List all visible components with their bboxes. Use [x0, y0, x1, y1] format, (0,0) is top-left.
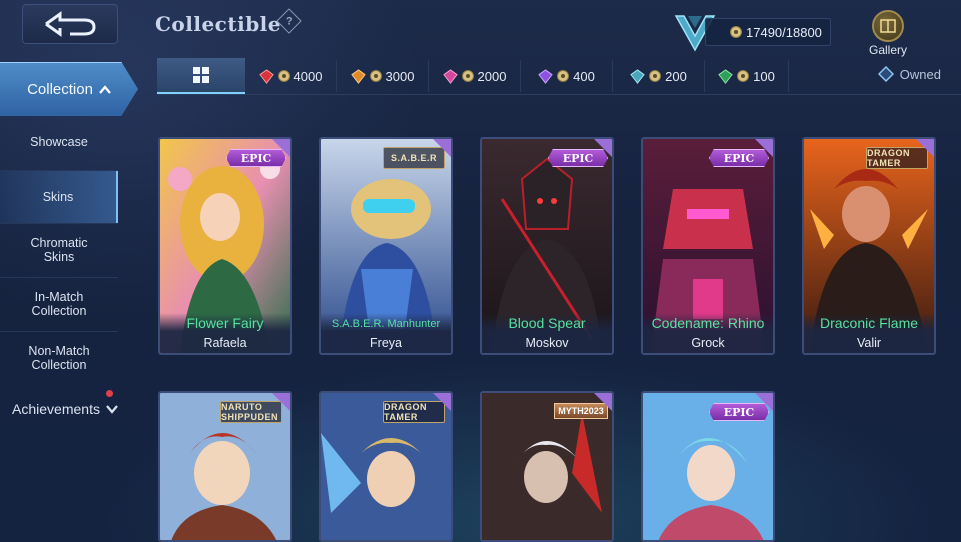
skin-card-blood-spear[interactable]: EPIC Blood Spear Moskov — [480, 137, 614, 355]
back-arrow-icon — [45, 11, 96, 37]
corner-ribbon-icon — [594, 139, 612, 157]
sidebar-item-label: Chromatic Skins — [30, 236, 88, 264]
filter-cost: 200 — [665, 68, 687, 84]
gallery-book-icon — [872, 10, 904, 42]
skin-card-epic-4[interactable]: EPIC — [641, 391, 775, 542]
coin-icon — [369, 70, 382, 82]
chevron-up-icon — [99, 84, 111, 94]
corner-ribbon-icon — [272, 393, 290, 411]
hero-name: Grock — [691, 336, 725, 350]
sidebar-collection[interactable]: Collection — [0, 62, 138, 116]
skin-name: Flower Fairy — [186, 315, 264, 331]
sidebar-item-in-match-collection[interactable]: In-Match Collection — [0, 278, 118, 330]
gallery-button[interactable]: Gallery — [862, 10, 914, 57]
coin-icon — [730, 26, 742, 38]
sidebar: Collection Showcase Skins Chromatic Skin… — [0, 62, 140, 542]
corner-ribbon-icon — [433, 393, 451, 411]
teal-gem-icon — [630, 68, 645, 84]
filter-tab-all[interactable] — [157, 58, 245, 94]
owned-toggle[interactable]: Owned — [877, 66, 941, 82]
skin-name: S.A.B.E.R. Manhunter — [331, 318, 441, 330]
hero-name: Valir — [856, 336, 882, 350]
skin-card-codename-rhino[interactable]: EPIC Codename: Rhino Grock — [641, 137, 775, 355]
sidebar-collection-label: Collection — [27, 81, 93, 98]
corner-ribbon-icon — [433, 139, 451, 157]
filter-tab-400[interactable]: 400 — [521, 60, 613, 92]
skin-card-saber-manhunter[interactable]: S.A.B.E.R S.A.B.E.R. Manhunter Freya — [319, 137, 453, 355]
sidebar-item-non-match-collection[interactable]: Non-Match Collection — [0, 332, 118, 384]
coin-icon — [649, 70, 662, 82]
corner-ribbon-icon — [594, 393, 612, 411]
points-counter: 17490/18800 — [705, 18, 831, 46]
corner-ribbon-icon — [916, 139, 934, 157]
filter-tab-100[interactable]: 100 — [705, 60, 789, 92]
filter-tab-2000[interactable]: 2000 — [429, 60, 521, 92]
skin-name: Draconic Flame — [819, 315, 919, 331]
filter-tab-200[interactable]: 200 — [613, 60, 705, 92]
purple-gem-icon — [538, 68, 553, 84]
chevron-down-icon — [106, 405, 118, 414]
corner-ribbon-icon — [755, 139, 773, 157]
hero-name: Moskov — [525, 336, 569, 350]
page-title: Collectible — [155, 12, 281, 36]
sidebar-item-label: In-Match Collection — [31, 290, 87, 318]
owned-label: Owned — [899, 66, 941, 82]
skin-card-dragon-tamer-2[interactable]: DRAGON TAMER — [319, 391, 453, 542]
hero-name: Rafaela — [203, 336, 247, 350]
corner-ribbon-icon — [272, 139, 290, 157]
sidebar-item-skins[interactable]: Skins — [0, 171, 118, 223]
notification-dot — [106, 390, 113, 397]
sidebar-item-label: Skins — [42, 190, 74, 204]
filter-bar: 4000 3000 2000 400 200 100 Owned — [157, 58, 961, 95]
filter-cost: 400 — [573, 68, 595, 84]
sidebar-achievements[interactable]: Achievements — [0, 394, 130, 424]
coin-icon — [461, 70, 474, 82]
sidebar-item-chromatic-skins[interactable]: Chromatic Skins — [0, 224, 118, 276]
corner-ribbon-icon — [755, 393, 773, 411]
skin-card-myth2023[interactable]: MYTH2023 — [480, 391, 614, 542]
gallery-label: Gallery — [868, 43, 907, 57]
filter-tab-4000[interactable]: 4000 — [245, 60, 337, 92]
sidebar-item-showcase[interactable]: Showcase — [0, 122, 118, 162]
help-symbol: ? — [285, 14, 293, 27]
hero-name: Freya — [370, 336, 402, 350]
coin-icon — [277, 70, 290, 82]
sidebar-item-label: Non-Match Collection — [28, 344, 90, 372]
diamond-checkbox-icon — [877, 66, 894, 82]
back-button[interactable] — [22, 4, 118, 44]
skin-card-naruto[interactable]: NARUTO SHIPPUDEN — [158, 391, 292, 542]
skin-card-draconic-flame[interactable]: DRAGON TAMER Draconic Flame Valir — [802, 137, 936, 355]
orange-gem-icon — [350, 68, 366, 84]
filter-cost: 100 — [753, 68, 775, 84]
skin-name: Codename: Rhino — [651, 315, 765, 331]
filter-cost: 2000 — [477, 68, 507, 84]
green-gem-icon — [718, 68, 733, 84]
grid-icon — [193, 67, 209, 83]
pink-gem-icon — [442, 68, 458, 84]
sidebar-item-label: Showcase — [30, 135, 88, 149]
coin-icon — [737, 70, 750, 82]
skin-name: Blood Spear — [508, 315, 586, 331]
filter-cost: 4000 — [293, 68, 323, 84]
filter-tab-3000[interactable]: 3000 — [337, 60, 429, 92]
red-gem-icon — [258, 68, 274, 84]
filter-cost: 3000 — [385, 68, 415, 84]
points-value: 17490/18800 — [746, 24, 822, 40]
coin-icon — [557, 70, 570, 82]
skin-card-flower-fairy[interactable]: EPIC Flower Fairy Rafaela — [158, 137, 292, 355]
sidebar-achievements-label: Achievements — [12, 401, 100, 417]
